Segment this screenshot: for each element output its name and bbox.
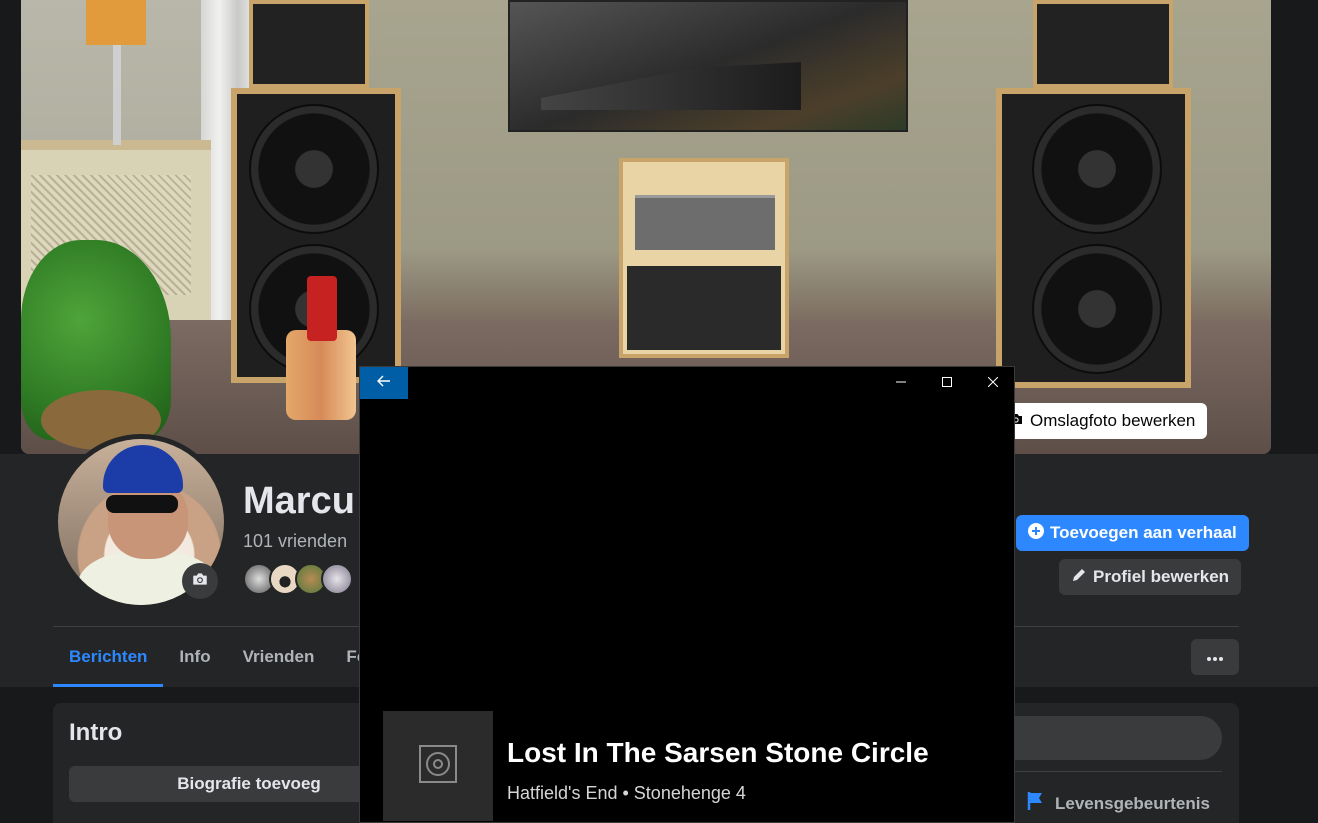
- cover-candle: [307, 276, 337, 341]
- cover-lamp-shade: [86, 0, 146, 45]
- cover-rack-drawer: [627, 266, 781, 350]
- update-avatar-button[interactable]: [182, 563, 218, 599]
- arrow-left-icon: [376, 374, 391, 392]
- cover-woofer: [1032, 244, 1162, 374]
- add-to-story-button[interactable]: Toevoegen aan verhaal: [1016, 515, 1249, 551]
- minimize-icon: [896, 374, 906, 392]
- camera-icon: [191, 570, 209, 593]
- more-options-button[interactable]: [1191, 639, 1239, 675]
- avatar-helmet: [103, 445, 183, 493]
- ellipsis-icon: [1207, 648, 1223, 666]
- back-button[interactable]: [360, 367, 408, 399]
- cover-woofer: [249, 104, 379, 234]
- song-title: Lost In The Sarsen Stone Circle: [507, 737, 929, 768]
- tab-info[interactable]: Info: [163, 627, 226, 687]
- flag-icon: [1025, 790, 1047, 817]
- cover-vase: [286, 330, 356, 420]
- life-event-label: Levensgebeurtenis: [1055, 793, 1210, 813]
- maximize-button[interactable]: [924, 367, 970, 399]
- tab-vrienden[interactable]: Vrienden: [227, 627, 331, 687]
- album-art: [383, 711, 493, 821]
- intro-card: Intro Biografie toevoeg: [53, 703, 373, 823]
- edit-profile-label: Profiel bewerken: [1093, 567, 1230, 586]
- avatar-glasses: [106, 495, 178, 513]
- friends-count-link[interactable]: 101 vrienden: [243, 531, 363, 552]
- add-to-story-label: Toevoegen aan verhaal: [1050, 523, 1237, 542]
- song-artist-album: Hatfield's End • Stonehenge 4: [507, 783, 746, 803]
- friend-avatar[interactable]: [321, 563, 353, 595]
- edit-profile-button[interactable]: Profiel bewerken: [1059, 559, 1242, 595]
- add-bio-button[interactable]: Biografie toevoeg: [69, 766, 369, 802]
- edit-cover-label: Omslagfoto bewerken: [1030, 411, 1196, 430]
- friend-avatars: [243, 563, 353, 595]
- speaker-icon: [418, 744, 458, 789]
- life-event-button[interactable]: Levensgebeurtenis: [1025, 790, 1210, 817]
- plus-circle-icon: [1028, 522, 1044, 544]
- minimize-button[interactable]: [878, 367, 924, 399]
- cover-amplifier: [635, 195, 775, 250]
- profile-name: Marcu: [243, 480, 355, 522]
- edit-cover-button[interactable]: Omslagfoto bewerken: [996, 403, 1208, 439]
- close-icon: [987, 374, 999, 392]
- composer-divider: [1000, 771, 1222, 772]
- cover-speaker-left-top: [249, 0, 369, 88]
- cover-lamp-stem: [113, 45, 121, 145]
- composer-input[interactable]: [1000, 716, 1222, 760]
- cover-speaker-right-top: [1033, 0, 1173, 88]
- media-player-window: Lost In The Sarsen Stone Circle Hatfield…: [359, 366, 1015, 823]
- profile-tabs: Berichten Info Vrienden Fo: [53, 627, 383, 687]
- intro-title: Intro: [69, 719, 123, 746]
- cover-woofer: [1032, 104, 1162, 234]
- composer-card: Levensgebeurtenis: [1000, 703, 1239, 823]
- cover-tv: [508, 0, 908, 132]
- pencil-icon: [1071, 567, 1087, 588]
- cover-speaker-right: [996, 88, 1191, 388]
- close-button[interactable]: [970, 367, 1016, 399]
- tab-berichten[interactable]: Berichten: [53, 627, 164, 687]
- maximize-icon: [942, 374, 952, 392]
